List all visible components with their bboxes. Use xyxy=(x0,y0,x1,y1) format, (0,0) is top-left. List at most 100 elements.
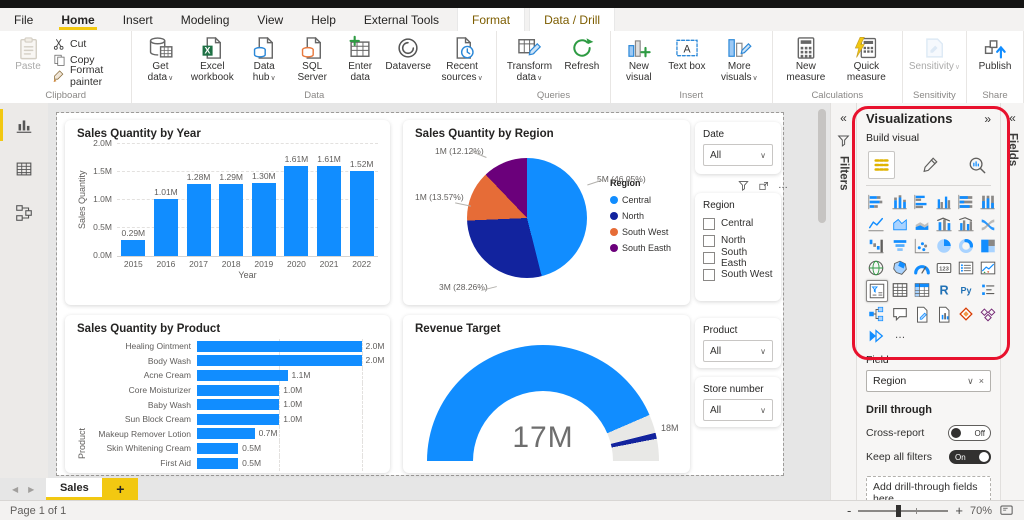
region-option-central[interactable]: Central xyxy=(703,215,773,232)
bar[interactable] xyxy=(197,414,279,425)
build-visual-tab[interactable] xyxy=(868,151,895,179)
key-influencers-icon[interactable] xyxy=(978,280,998,300)
selection-handle[interactable] xyxy=(776,193,781,198)
legend-item-north[interactable]: North xyxy=(610,208,678,224)
100-stacked-bar-chart-icon[interactable] xyxy=(956,192,976,212)
map-icon[interactable] xyxy=(866,258,886,278)
get-data-button[interactable]: Get data∨ xyxy=(136,33,184,83)
region-option-south-easth[interactable]: South Easth xyxy=(703,249,773,266)
line-chart-icon[interactable] xyxy=(866,214,886,234)
pie-chart-icon[interactable] xyxy=(934,236,954,256)
data-view-icon[interactable] xyxy=(0,147,48,191)
ribbon-tab-data-drill[interactable]: Data / Drill xyxy=(529,8,615,31)
legend-item-south-west[interactable]: South West xyxy=(610,224,678,240)
ribbon-chart-icon[interactable] xyxy=(978,214,998,234)
matrix-icon[interactable] xyxy=(912,280,932,300)
power-apps-visual-icon[interactable] xyxy=(956,304,976,324)
bar-row-baby-wash[interactable]: Baby Wash1.0M xyxy=(87,397,378,412)
bar[interactable] xyxy=(197,341,362,352)
prev-page-icon[interactable]: ◀ xyxy=(12,485,18,494)
sql-server-button[interactable]: SQL Server xyxy=(288,33,336,83)
new-visual-button[interactable]: New visual xyxy=(615,33,663,83)
scatter-chart-icon[interactable] xyxy=(912,236,932,256)
chart-sales-quantity-by-product[interactable]: Sales Quantity by Product Product Healin… xyxy=(65,315,390,473)
slicer-region[interactable]: Region CentralNorthSouth EasthSouth West xyxy=(695,193,781,301)
page-tab-sales[interactable]: Sales xyxy=(46,478,102,500)
chevron-down-icon[interactable]: ∨ xyxy=(967,376,974,387)
stacked-column-chart-icon[interactable] xyxy=(890,192,910,212)
area-chart-icon[interactable] xyxy=(890,214,910,234)
checkbox-icon[interactable] xyxy=(703,235,715,247)
chart-revenue-target-gauge[interactable]: Revenue Target 17M 18M xyxy=(403,315,690,473)
data-hub-button[interactable]: Data hub∨ xyxy=(240,33,288,83)
stacked-area-chart-icon[interactable] xyxy=(912,214,932,234)
cross-report-toggle[interactable]: Off xyxy=(948,425,991,441)
card-icon[interactable]: 123 xyxy=(934,258,954,278)
fit-to-page-icon[interactable] xyxy=(999,503,1014,518)
sensitivity-button[interactable]: Sensitivity∨ xyxy=(907,33,962,72)
get-more-visuals-icon[interactable]: … xyxy=(890,326,910,346)
next-page-icon[interactable]: ▶ xyxy=(28,485,34,494)
clustered-bar-chart-icon[interactable] xyxy=(912,192,932,212)
recent-sources-button[interactable]: Recent sources∨ xyxy=(432,33,492,83)
expand-filters-icon[interactable]: « xyxy=(840,111,847,125)
filters-pane-collapsed[interactable]: « Filters xyxy=(830,103,856,500)
product-dropdown[interactable]: All ∨ xyxy=(703,340,773,362)
focus-mode-icon[interactable] xyxy=(758,180,770,192)
slicer-icon[interactable] xyxy=(866,280,888,302)
checkbox-icon[interactable] xyxy=(703,218,715,230)
ribbon-tab-help[interactable]: Help xyxy=(297,8,350,31)
r-script-visual-icon[interactable]: R xyxy=(934,280,954,300)
quick-measure-button[interactable]: Quick measure xyxy=(835,33,898,83)
ribbon-tab-insert[interactable]: Insert xyxy=(109,8,167,31)
qa-visual-icon[interactable] xyxy=(890,304,910,324)
bar-2017[interactable]: 1.28M xyxy=(185,184,213,256)
slicer-store-number[interactable]: Store number All ∨ xyxy=(695,377,781,427)
remove-field-icon[interactable]: × xyxy=(979,376,984,386)
clustered-column-chart-icon[interactable] xyxy=(934,192,954,212)
ribbon-tab-file[interactable]: File xyxy=(0,8,47,31)
bar-row-makeup-remover-lotion[interactable]: Makeup Remover Lotion0.7M xyxy=(87,427,378,442)
expand-fields-icon[interactable]: « xyxy=(1009,111,1016,125)
bar[interactable] xyxy=(197,399,279,410)
bar-row-core-moisturizer[interactable]: Core Moisturizer1.0M xyxy=(87,383,378,398)
ribbon-tab-home[interactable]: Home xyxy=(47,8,108,31)
analytics-tab[interactable] xyxy=(964,152,989,178)
waterfall-chart-icon[interactable] xyxy=(866,236,886,256)
text-box-button[interactable]: AText box xyxy=(663,33,711,72)
chart-sales-quantity-by-region[interactable]: Sales Quantity by Region Region CentralN… xyxy=(403,120,690,305)
legend-item-central[interactable]: Central xyxy=(610,192,678,208)
zoom-out-icon[interactable]: - xyxy=(847,503,851,518)
bar-2021[interactable]: 1.61M xyxy=(315,166,343,256)
bar-2016[interactable]: 1.01M xyxy=(152,199,180,256)
report-view-icon[interactable] xyxy=(0,103,48,147)
model-view-icon[interactable] xyxy=(0,191,48,235)
region-option-south-west[interactable]: South West xyxy=(703,266,773,283)
selection-handle[interactable] xyxy=(776,296,781,301)
new-measure-button[interactable]: New measure xyxy=(777,33,835,83)
power-automate-visual-icon[interactable] xyxy=(978,304,998,324)
enter-data-button[interactable]: Enter data xyxy=(336,33,384,83)
transform-data-button[interactable]: Transform data∨ xyxy=(501,33,558,83)
selection-handle[interactable] xyxy=(695,296,700,301)
checkbox-icon[interactable] xyxy=(703,252,715,264)
smart-narrative-icon[interactable] xyxy=(912,304,932,324)
pie-chart[interactable] xyxy=(467,158,587,278)
excel-workbook-button[interactable]: XExcel workbook xyxy=(184,33,240,83)
azure-map-icon[interactable] xyxy=(866,326,886,346)
cut-button[interactable]: Cut xyxy=(52,36,127,52)
more-visuals-button[interactable]: More visuals∨ xyxy=(711,33,768,83)
gauge-icon[interactable] xyxy=(912,258,932,278)
bar-2020[interactable]: 1.61M xyxy=(282,166,310,256)
python-visual-icon[interactable]: Py xyxy=(956,280,976,300)
keep-all-filters-toggle[interactable]: On xyxy=(949,450,991,464)
bar-row-first-aid[interactable]: First Aid0.5M xyxy=(87,456,378,471)
dataverse-button[interactable]: Dataverse xyxy=(384,33,432,72)
zoom-slider-thumb[interactable] xyxy=(896,505,901,517)
add-page-button[interactable]: + xyxy=(102,478,138,500)
ribbon-tab-view[interactable]: View xyxy=(243,8,297,31)
date-dropdown[interactable]: All ∨ xyxy=(703,144,773,166)
format-visual-tab[interactable] xyxy=(917,152,942,178)
paste-button[interactable]: Paste xyxy=(4,33,52,72)
report-page-canvas[interactable]: Sales Quantity by Year Sales Quantity 0.… xyxy=(57,113,783,475)
